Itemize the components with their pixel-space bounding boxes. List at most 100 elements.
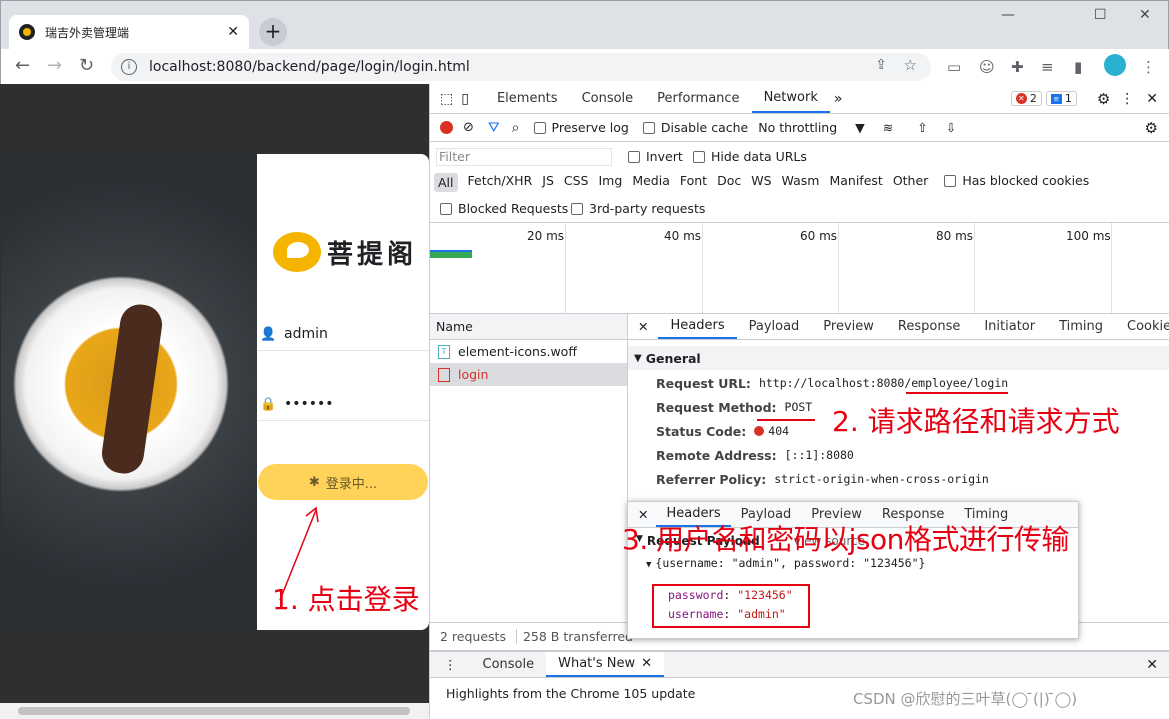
detail-tab-cookies[interactable]: Cookies — [1115, 314, 1169, 339]
bookmark-star-icon[interactable]: ☆ — [904, 56, 917, 74]
device-toolbar-icon[interactable]: ▯ — [461, 91, 469, 107]
throttling-select[interactable]: No throttling ▼ — [758, 120, 865, 135]
clear-icon[interactable]: ⊘ — [463, 120, 474, 135]
network-timeline[interactable]: 20 ms 40 ms 60 ms 80 ms 100 ms — [430, 223, 1169, 314]
type-filter-media[interactable]: Media — [632, 173, 670, 192]
forward-icon[interactable]: → — [47, 55, 62, 76]
logo-mark-icon — [273, 232, 321, 272]
reload-icon[interactable]: ↻ — [79, 55, 94, 76]
profile-avatar[interactable] — [1104, 54, 1126, 76]
type-filter-all[interactable]: All — [434, 173, 458, 192]
message-icon: ≡ — [1050, 93, 1062, 104]
maximize-icon[interactable]: ☐ — [1094, 7, 1107, 23]
side-panel-icon[interactable]: ▮ — [1074, 58, 1082, 76]
detail-tab-initiator[interactable]: Initiator — [972, 314, 1047, 339]
type-filter-fetch[interactable]: Fetch/XHR — [468, 173, 533, 192]
settings-gear-icon[interactable]: ⚙ — [1097, 90, 1110, 108]
name-column-header[interactable]: Name — [430, 314, 627, 340]
close-window-icon[interactable]: ✕ — [1139, 7, 1151, 23]
media-icon[interactable]: ≡ — [1041, 58, 1054, 76]
blocked-requests-checkbox[interactable]: Blocked Requests — [440, 201, 568, 216]
message-badge[interactable]: ≡ 1 — [1045, 91, 1077, 106]
type-filter-js[interactable]: JS — [542, 173, 554, 192]
detail-tab-response[interactable]: Response — [886, 314, 972, 339]
annotation-request-path: 2. 请求路径和请求方式 — [832, 405, 1120, 438]
type-filter-ws[interactable]: WS — [751, 173, 771, 192]
login-button[interactable]: ✱ 登录中... — [258, 464, 428, 500]
type-filter-doc[interactable]: Doc — [717, 173, 741, 192]
request-row[interactable]: T element-icons.woff — [430, 340, 627, 363]
filter-bar: Filter Invert Hide data URLs All Fetch/X… — [430, 142, 1169, 223]
browser-menu-icon[interactable]: ⋮ — [1141, 58, 1156, 76]
error-badge[interactable]: ✕ 2 — [1010, 91, 1042, 106]
header-row: Referrer Policy: strict-origin-when-cross… — [656, 471, 989, 487]
transferred-size: 258 B transferred — [522, 629, 633, 644]
invert-checkbox[interactable]: Invert — [628, 149, 683, 164]
font-file-icon: T — [438, 344, 450, 359]
collapse-triangle-icon: ▼ — [634, 352, 642, 364]
extension-face-icon[interactable]: ☺ — [979, 58, 995, 76]
import-har-icon[interactable]: ⇧ — [917, 120, 927, 135]
drawer-tab-whats-new[interactable]: What's New ✕ — [546, 652, 665, 677]
tab-console[interactable]: Console — [570, 84, 646, 113]
disable-cache-checkbox[interactable]: Disable cache — [642, 120, 748, 135]
page-horizontal-scrollbar[interactable] — [0, 703, 429, 719]
devtools-menu-icon[interactable]: ⋮ — [1120, 91, 1134, 107]
cast-icon[interactable]: ▭ — [947, 58, 961, 76]
timeline-label: 40 ms — [664, 229, 702, 243]
type-filter-img[interactable]: Img — [599, 173, 623, 192]
type-filter-font[interactable]: Font — [680, 173, 707, 192]
detail-tab-payload[interactable]: Payload — [737, 314, 812, 339]
address-bar[interactable]: i localhost:8080/backend/page/login/logi… — [111, 53, 931, 81]
third-party-checkbox[interactable]: 3rd-party requests — [571, 201, 705, 216]
drawer-tab-console[interactable]: Console — [471, 652, 547, 677]
export-har-icon[interactable]: ⇩ — [946, 120, 956, 135]
preserve-log-checkbox[interactable]: Preserve log — [533, 120, 629, 135]
close-drawer-icon[interactable]: ✕ — [1146, 657, 1158, 673]
close-detail-icon[interactable]: ✕ — [638, 319, 648, 334]
new-tab-button[interactable]: + — [259, 18, 287, 46]
detail-tab-timing[interactable]: Timing — [1047, 314, 1115, 339]
close-drawer-tab-icon[interactable]: ✕ — [641, 656, 652, 671]
detail-tab-preview[interactable]: Preview — [811, 314, 886, 339]
tab-elements[interactable]: Elements — [485, 84, 570, 113]
browser-tab[interactable]: 瑞吉外卖管理端 ✕ — [9, 15, 249, 49]
url-underline — [906, 392, 1008, 394]
url-text: localhost:8080/backend/page/login/login.… — [149, 59, 470, 75]
network-settings-icon[interactable]: ⚙ — [1145, 119, 1158, 137]
share-icon[interactable]: ⇪ — [875, 57, 887, 73]
loading-spinner-icon: ✱ — [308, 474, 320, 490]
filter-input[interactable]: Filter — [436, 148, 612, 166]
general-section-header[interactable]: ▼ General — [628, 346, 1169, 370]
filter-icon[interactable]: ⛛ — [488, 120, 500, 136]
timeline-bar — [430, 250, 472, 258]
type-filter-manifest[interactable]: Manifest — [829, 173, 882, 192]
tab-performance[interactable]: Performance — [645, 84, 751, 113]
record-icon[interactable] — [440, 121, 453, 134]
minimize-icon[interactable]: — — [1001, 7, 1015, 23]
hide-data-urls-checkbox[interactable]: Hide data URLs — [693, 149, 807, 164]
request-list: Name T element-icons.woff login — [430, 314, 628, 614]
more-tabs-icon[interactable]: » — [834, 91, 843, 107]
back-icon[interactable]: ← — [15, 55, 30, 76]
extensions-icon[interactable]: ✚ — [1011, 58, 1024, 76]
food-image — [1, 154, 257, 630]
close-devtools-icon[interactable]: ✕ — [1146, 91, 1158, 107]
drawer-menu-icon[interactable]: ⋮ — [444, 657, 457, 672]
type-filter-css[interactable]: CSS — [564, 173, 589, 192]
request-row-selected[interactable]: login — [430, 363, 627, 386]
network-conditions-icon[interactable]: ≋ — [883, 120, 893, 135]
username-field[interactable]: 👤 admin — [258, 317, 429, 351]
inspect-icon[interactable]: ⬚ — [440, 91, 453, 107]
password-field[interactable]: 🔒 •••••• — [258, 387, 429, 421]
close-tab-icon[interactable]: ✕ — [227, 24, 239, 40]
type-filter-other[interactable]: Other — [893, 173, 929, 192]
payload-password-row: password: "123456" — [668, 588, 793, 602]
tab-network[interactable]: Network — [751, 84, 830, 113]
has-blocked-cookies-checkbox[interactable]: Has blocked cookies — [944, 173, 1089, 192]
search-icon[interactable]: ⌕ — [512, 120, 520, 136]
timeline-label: 60 ms — [800, 229, 838, 243]
site-info-icon[interactable]: i — [121, 59, 137, 75]
detail-tab-headers[interactable]: Headers — [658, 314, 737, 339]
type-filter-wasm[interactable]: Wasm — [782, 173, 820, 192]
